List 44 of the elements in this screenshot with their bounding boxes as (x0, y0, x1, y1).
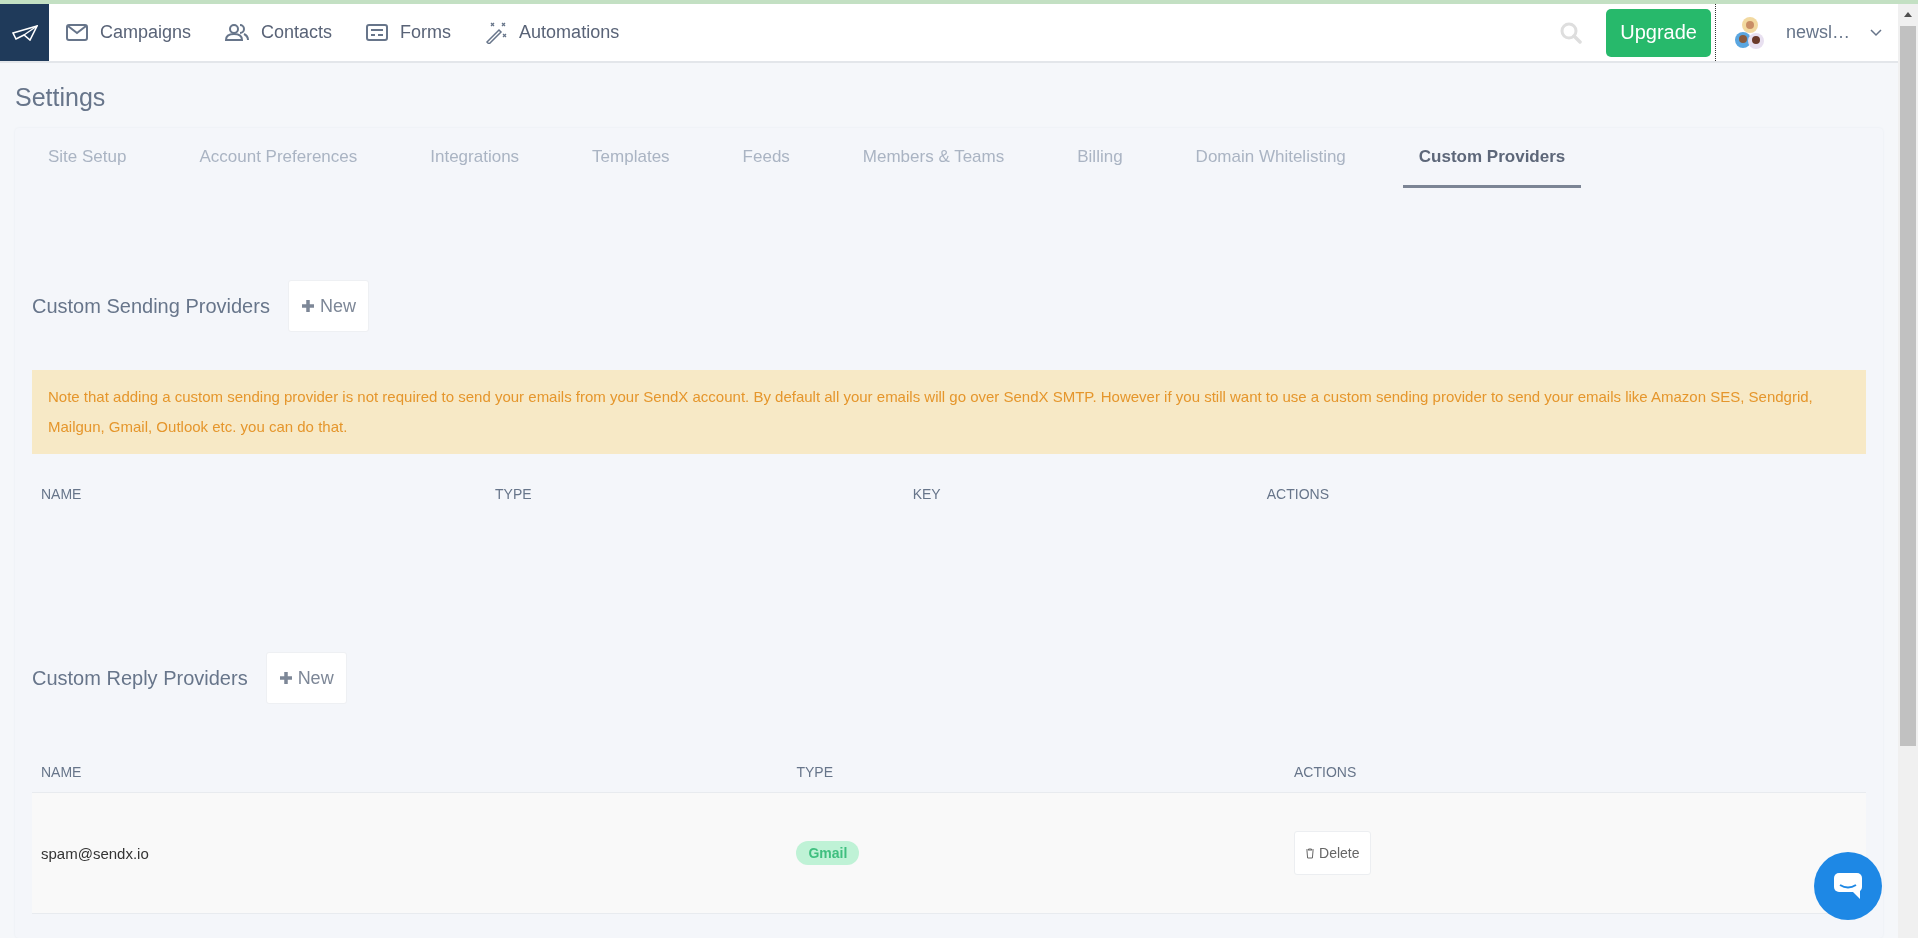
settings-tab[interactable]: Billing (1061, 128, 1139, 188)
magic-wand-icon (485, 21, 508, 44)
new-button[interactable]: New (265, 652, 347, 704)
column-header: ACTIONS (1266, 486, 1330, 502)
plus-icon (300, 299, 315, 313)
plus-icon (278, 671, 293, 685)
form-icon (366, 24, 389, 41)
nav-item[interactable]: Contacts (225, 22, 333, 43)
settings-tab[interactable]: Custom Providers (1402, 128, 1582, 188)
column-header: NAME (41, 486, 83, 502)
nav-item[interactable]: Automations (485, 21, 620, 44)
settings-tab[interactable]: Account Preferences (183, 128, 374, 188)
column-header: ACTIONS (1294, 764, 1358, 780)
new-button[interactable]: New (287, 280, 369, 332)
nav-item[interactable]: Forms (366, 22, 452, 43)
info-note: Note that adding a custom sending provider is not required to send your emails from your SendX account. By default all your emails will go over SendX SMTP. However if you still want to use a custom sending provider to send your emails like Amazon SES, Sendgrid, Mailgun, Gmail, Outlook etc. you can do that. (32, 370, 1866, 454)
settings-tab[interactable]: Site Setup (32, 128, 143, 188)
column-header: KEY (912, 486, 942, 502)
settings-tab[interactable]: Members & Teams (846, 128, 1021, 188)
upgrade-button[interactable]: Upgrade (1606, 8, 1711, 57)
settings-tab[interactable]: Templates (576, 128, 686, 188)
settings-tab[interactable]: Integrations (414, 128, 536, 188)
scrollbar[interactable] (1898, 4, 1918, 938)
envelope-icon (66, 24, 88, 41)
section-title: Custom Sending Providers (32, 294, 270, 318)
type-tag: Gmail (796, 841, 860, 865)
avatar-group-icon[interactable] (1733, 15, 1766, 50)
trash-icon (1305, 847, 1316, 859)
speech-bubble-icon (1832, 871, 1864, 901)
column-header: NAME (41, 764, 83, 780)
column-header: TYPE (495, 486, 533, 502)
scroll-up-arrow-icon[interactable] (1903, 10, 1913, 18)
chevron-down-icon[interactable] (1870, 28, 1882, 37)
logo-icon[interactable] (0, 4, 49, 61)
settings-tab[interactable]: Feeds (726, 128, 806, 188)
delete-button[interactable]: Delete (1294, 831, 1371, 875)
table-cell-text: spam@sendx.io (41, 844, 150, 862)
account-name[interactable]: newsl… (1785, 22, 1850, 43)
section-title: Custom Reply Providers (32, 666, 248, 690)
people-icon (225, 24, 250, 41)
column-header: TYPE (796, 764, 835, 780)
nav-item[interactable]: Campaigns (66, 22, 192, 43)
page-title: Settings (15, 83, 107, 113)
settings-tab[interactable]: Domain Whitelisting (1179, 128, 1362, 188)
